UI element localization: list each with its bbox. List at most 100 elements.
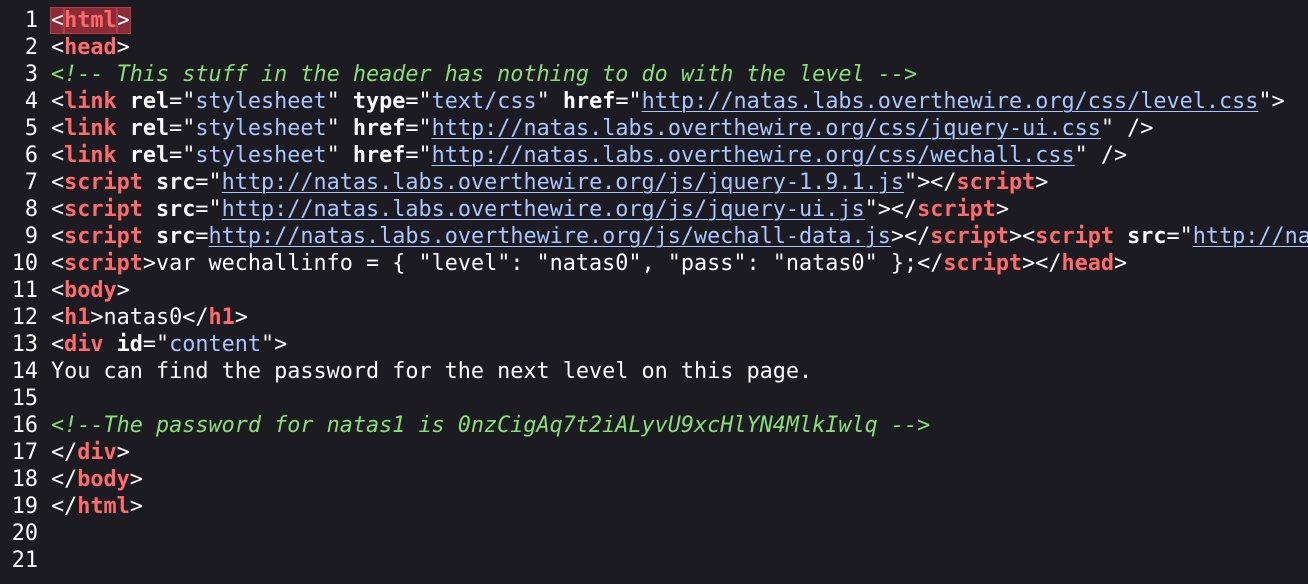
code-text: >natas0</ [90,305,209,330]
attribute-value: stylesheet [195,89,327,114]
source-link[interactable]: http://natas.labs.overthewire.org/css/le… [642,89,1259,114]
code-text: </ [51,467,78,492]
tag-name: script [930,224,1010,249]
line-number: 17 [11,440,38,465]
code-text: " [536,89,563,114]
line-number: 6 [24,143,38,168]
line-number: 19 [11,494,38,519]
attribute-value: text/css [431,89,537,114]
code-text: < [49,7,66,34]
line-content: <!-- This stuff in the header has nothin… [38,61,917,88]
line-content [38,547,51,574]
line-number: 4 [24,89,38,114]
source-line: 15 [0,385,1308,412]
code-text: < [51,224,65,249]
line-number: 18 [11,467,38,492]
code-text: "></ [864,197,918,222]
source-code: 1 <html> 2 <head> 3 <!-- This stuff in the he… [0,7,1308,574]
code-text: < [51,116,65,141]
source-link[interactable]: http://natas.labs.overthewire.org/css/jq… [432,116,1101,141]
attribute-name: src [1127,224,1167,249]
tag-name: link [64,89,117,114]
source-line: 18 </body> [0,466,1308,493]
line-number: 13 [11,332,38,357]
source-link[interactable]: http://natas.labs.overthewire.org/css/we… [432,143,1075,168]
code-text: < [51,305,65,330]
source-line: 8 <script src="http://natas.labs.overthew… [0,196,1308,223]
line-number: 1 [24,8,38,33]
source-line: 7 <script src="http://natas.labs.overthew… [0,169,1308,196]
code-text: =" [169,143,196,168]
attribute-name: href [562,89,616,114]
source-line: 1 <html> [0,7,1308,34]
code-text: =" [169,89,196,114]
attribute-name: rel [129,143,170,168]
tag-name: div [64,332,104,357]
code-text: > [129,467,143,492]
line-content [38,385,51,412]
source-line: 10 <script>var wechallinfo = { "level": "… [0,250,1308,277]
attribute-value: stylesheet [195,143,327,168]
tag-name: script [943,251,1023,276]
line-number: 14 [11,359,38,384]
code-text: < [51,332,65,357]
html-comment: <!-- This stuff in the header has nothin… [51,62,918,87]
line-content: </html> [38,493,143,520]
line-number: 8 [24,197,38,222]
line-content: <head> [38,34,130,61]
source-link[interactable]: http://natas.labs.overthewire.org/js/jqu… [222,197,865,222]
tag-name: body [77,467,130,492]
source-link[interactable]: http://na [1193,224,1308,249]
code-text: > [129,494,143,519]
html-comment: <!--The password for natas1 is 0nzCigAq7… [51,413,931,438]
code-text: ></ [890,224,931,249]
code-text: > [116,440,130,465]
code-text: " /> [1100,116,1154,141]
source-link[interactable]: http://natas.labs.overthewire.org/js/jqu… [222,170,904,195]
line-content: <body> [38,277,130,304]
code-text: < [51,278,65,303]
attribute-name: src [156,170,196,195]
view-source-viewer[interactable]: 1 <html> 2 <head> 3 <!-- This stuff in the he… [0,0,1308,584]
attribute-name: src [156,224,196,249]
line-number: 3 [24,62,38,87]
tag-name: script [64,197,143,222]
line-number: 9 [24,224,38,249]
tag-name: html [77,494,130,519]
attribute-name: id [116,332,143,357]
source-link[interactable]: http://natas.labs.overthewire.org/js/wec… [209,224,891,249]
attribute-name: rel [129,116,170,141]
source-line: 9 <script src=http://natas.labs.overthewi… [0,223,1308,250]
line-content: <script src="http://natas.labs.overthewi… [38,196,1009,223]
source-line: 11 <body> [0,277,1308,304]
attribute-name: href [352,143,406,168]
source-line: 5 <link rel="stylesheet" href="http://nat… [0,115,1308,142]
code-text: " [326,89,353,114]
line-number: 5 [24,116,38,141]
attribute-name: src [156,197,196,222]
source-line: 3 <!-- This stuff in the header has nothi… [0,61,1308,88]
line-content: </div> [38,439,130,466]
source-line: 13 <div id="content"> [0,331,1308,358]
code-text: " [326,116,353,141]
code-text: =" [405,116,432,141]
code-text: < [51,251,65,276]
tag-name: script [1035,224,1115,249]
tag-name: body [64,278,117,303]
code-text: > [995,197,1010,222]
source-line: 12 <h1>natas0</h1> [0,304,1308,331]
line-content: <!--The password for natas1 is 0nzCigAq7… [38,412,930,439]
tag-name: h1 [208,305,235,330]
line-number: 2 [24,35,38,60]
tag-name: link [64,116,117,141]
code-text: =" [195,170,222,195]
source-line: 17 </div> [0,439,1308,466]
source-line: 19 </html> [0,493,1308,520]
attribute-value: content [169,332,261,357]
code-text: =" [195,197,222,222]
